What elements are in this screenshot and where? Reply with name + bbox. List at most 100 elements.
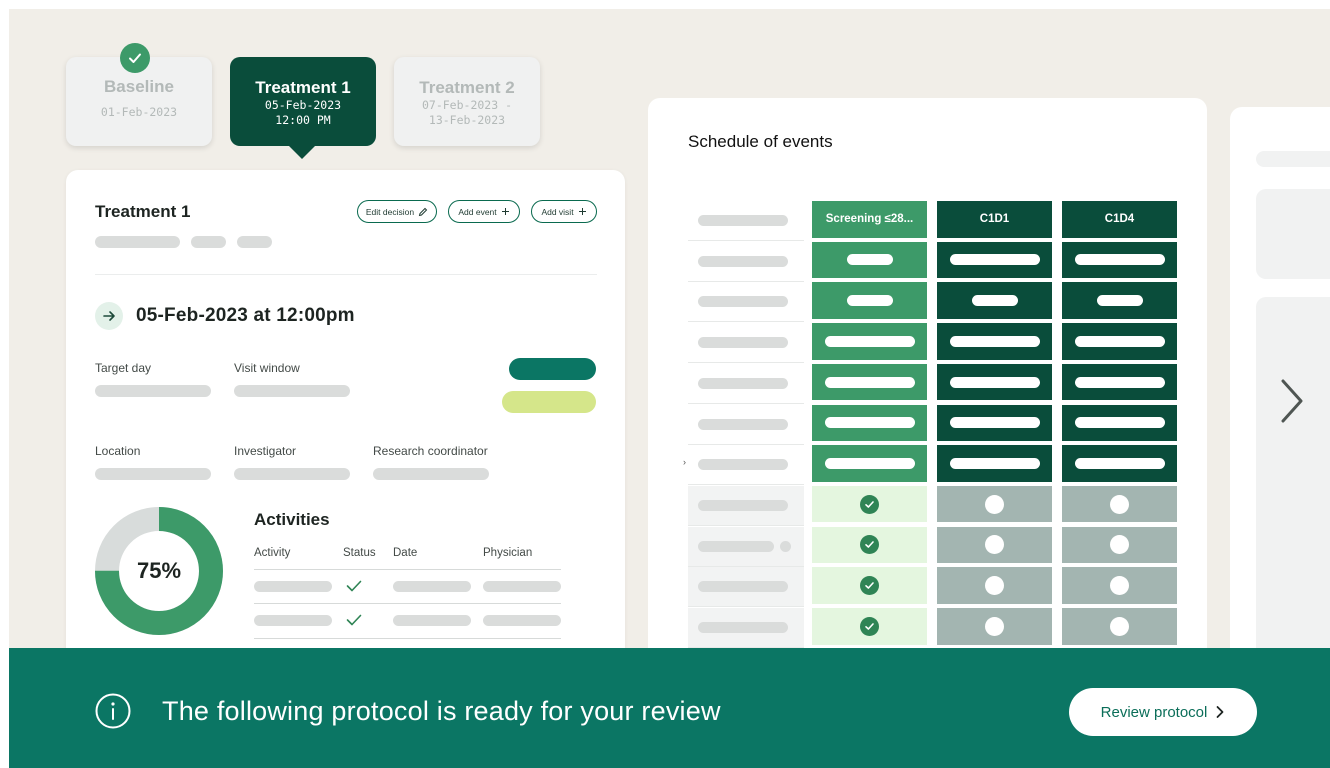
visit-title: Treatment 1 xyxy=(95,202,191,221)
schedule-cell[interactable] xyxy=(1062,282,1177,319)
placeholder-bar xyxy=(1074,335,1165,347)
placeholder-bar xyxy=(949,417,1040,429)
schedule-cell[interactable] xyxy=(812,567,927,604)
row-expand-icon[interactable]: › xyxy=(683,457,686,467)
placeholder-bar xyxy=(949,254,1040,266)
schedule-row-label[interactable] xyxy=(688,567,804,608)
placeholder-line xyxy=(237,236,272,248)
schedule-cell[interactable] xyxy=(1062,363,1177,401)
activity-cell xyxy=(254,581,332,592)
edit-decision-label: Edit decision xyxy=(365,206,415,217)
schedule-cell[interactable] xyxy=(812,282,927,319)
schedule-cell[interactable] xyxy=(812,485,927,523)
schedule-row-label[interactable] xyxy=(688,201,804,241)
schedule-row-label[interactable] xyxy=(688,404,804,445)
tab-treatment-1-title: Treatment 1 xyxy=(255,78,351,97)
schedule-cell[interactable] xyxy=(812,363,927,401)
empty-circle-icon xyxy=(985,535,1004,555)
placeholder-bar xyxy=(1096,295,1143,307)
schedule-cell[interactable] xyxy=(937,282,1052,319)
schedule-row-label[interactable] xyxy=(688,241,804,282)
placeholder-line xyxy=(698,337,788,349)
schedule-row-label[interactable] xyxy=(688,363,804,404)
investigator-value xyxy=(234,468,350,480)
schedule-cell[interactable] xyxy=(1062,241,1177,279)
schedule-cell[interactable] xyxy=(937,608,1052,645)
research-coordinator-label: Research coordinator xyxy=(373,444,488,458)
activities-title: Activities xyxy=(254,510,330,529)
placeholder-line xyxy=(698,215,788,226)
schedule-row-label[interactable] xyxy=(688,445,804,486)
tab-treatment-1-date: 05-Feb-2023 xyxy=(264,98,342,112)
add-visit-button[interactable]: Add visit xyxy=(531,200,597,223)
status-pill-primary xyxy=(509,358,596,380)
empty-circle-icon xyxy=(1110,494,1129,514)
tab-treatment-2-title: Treatment 2 xyxy=(419,78,515,97)
edit-decision-button[interactable]: Edit decision xyxy=(357,200,437,223)
schedule-row-label[interactable] xyxy=(688,282,804,323)
chevron-right-icon[interactable] xyxy=(1277,377,1307,430)
schedule-cell[interactable] xyxy=(812,445,927,482)
schedule-cell[interactable] xyxy=(1062,445,1177,482)
empty-circle-icon xyxy=(1110,576,1129,596)
placeholder-bar xyxy=(824,457,915,469)
plus-icon xyxy=(501,208,509,215)
schedule-cell[interactable] xyxy=(812,526,927,564)
check-circle-icon xyxy=(860,535,879,555)
placeholder-bar xyxy=(1074,254,1165,266)
schedule-cell[interactable] xyxy=(937,567,1052,604)
date-cell xyxy=(393,581,471,592)
tab-baseline-title: Baseline xyxy=(104,77,174,96)
schedule-row-label[interactable] xyxy=(688,485,804,526)
schedule-cell[interactable] xyxy=(937,526,1052,564)
review-banner: The following protocol is ready for your… xyxy=(9,648,1330,768)
schedule-cell[interactable] xyxy=(1062,485,1177,523)
schedule-cell[interactable] xyxy=(937,241,1052,279)
schedule-cell[interactable] xyxy=(1062,608,1177,645)
activities-col-date: Date xyxy=(393,547,418,559)
add-visit-label: Add visit xyxy=(541,206,574,217)
placeholder-bar xyxy=(824,376,915,388)
schedule-cell[interactable] xyxy=(1062,526,1177,564)
visit-datetime: 05-Feb-2023 at 12:00pm xyxy=(136,305,355,326)
schedule-cell[interactable] xyxy=(937,323,1052,360)
schedule-cell[interactable] xyxy=(937,445,1052,482)
schedule-row-label[interactable] xyxy=(688,323,804,364)
tab-treatment-2-date-start: 07-Feb-2023 - xyxy=(421,98,512,112)
schedule-cell[interactable] xyxy=(812,323,927,360)
schedule-cell[interactable] xyxy=(937,363,1052,401)
schedule-cell[interactable] xyxy=(1062,323,1177,360)
placeholder-line xyxy=(698,418,788,430)
schedule-cell[interactable] xyxy=(1062,567,1177,604)
activity-cell xyxy=(254,615,332,626)
visit-window-value xyxy=(234,385,350,397)
review-protocol-button[interactable]: Review protocol xyxy=(1069,688,1257,736)
schedule-col-header[interactable]: C1D1 xyxy=(937,201,1052,238)
schedule-cell[interactable] xyxy=(812,608,927,645)
placeholder-line xyxy=(698,581,788,593)
placeholder-block xyxy=(1256,151,1330,167)
check-circle-icon xyxy=(860,576,879,596)
investigator-label: Investigator xyxy=(234,444,297,458)
schedule-cell[interactable] xyxy=(812,241,927,279)
placeholder-block xyxy=(1256,189,1330,279)
schedule-cell[interactable] xyxy=(1062,404,1177,442)
add-event-button[interactable]: Add event xyxy=(448,200,520,223)
target-day-label: Target day xyxy=(95,361,152,375)
schedule-cell[interactable] xyxy=(937,404,1052,442)
tab-treatment-2[interactable]: Treatment 2 07-Feb-2023 - 13-Feb-2023 xyxy=(394,57,540,146)
tab-treatment-1[interactable]: Treatment 1 05-Feb-2023 12:00 PM xyxy=(230,57,376,146)
schedule-col-header[interactable]: Screening ≤28... xyxy=(812,201,927,238)
schedule-row-label[interactable] xyxy=(688,608,804,648)
activities-col-activity: Activity xyxy=(254,547,291,559)
schedule-cell[interactable] xyxy=(812,404,927,442)
research-coordinator-value xyxy=(373,468,489,480)
review-protocol-label: Review protocol xyxy=(1100,703,1208,721)
activities-col-physician: Physician xyxy=(483,547,533,559)
schedule-cell[interactable] xyxy=(937,485,1052,523)
check-icon xyxy=(346,580,362,592)
schedule-row-label[interactable] xyxy=(688,526,804,567)
placeholder-bar xyxy=(846,295,893,307)
schedule-col-header[interactable]: C1D4 xyxy=(1062,201,1177,238)
placeholder-bar xyxy=(824,417,915,429)
